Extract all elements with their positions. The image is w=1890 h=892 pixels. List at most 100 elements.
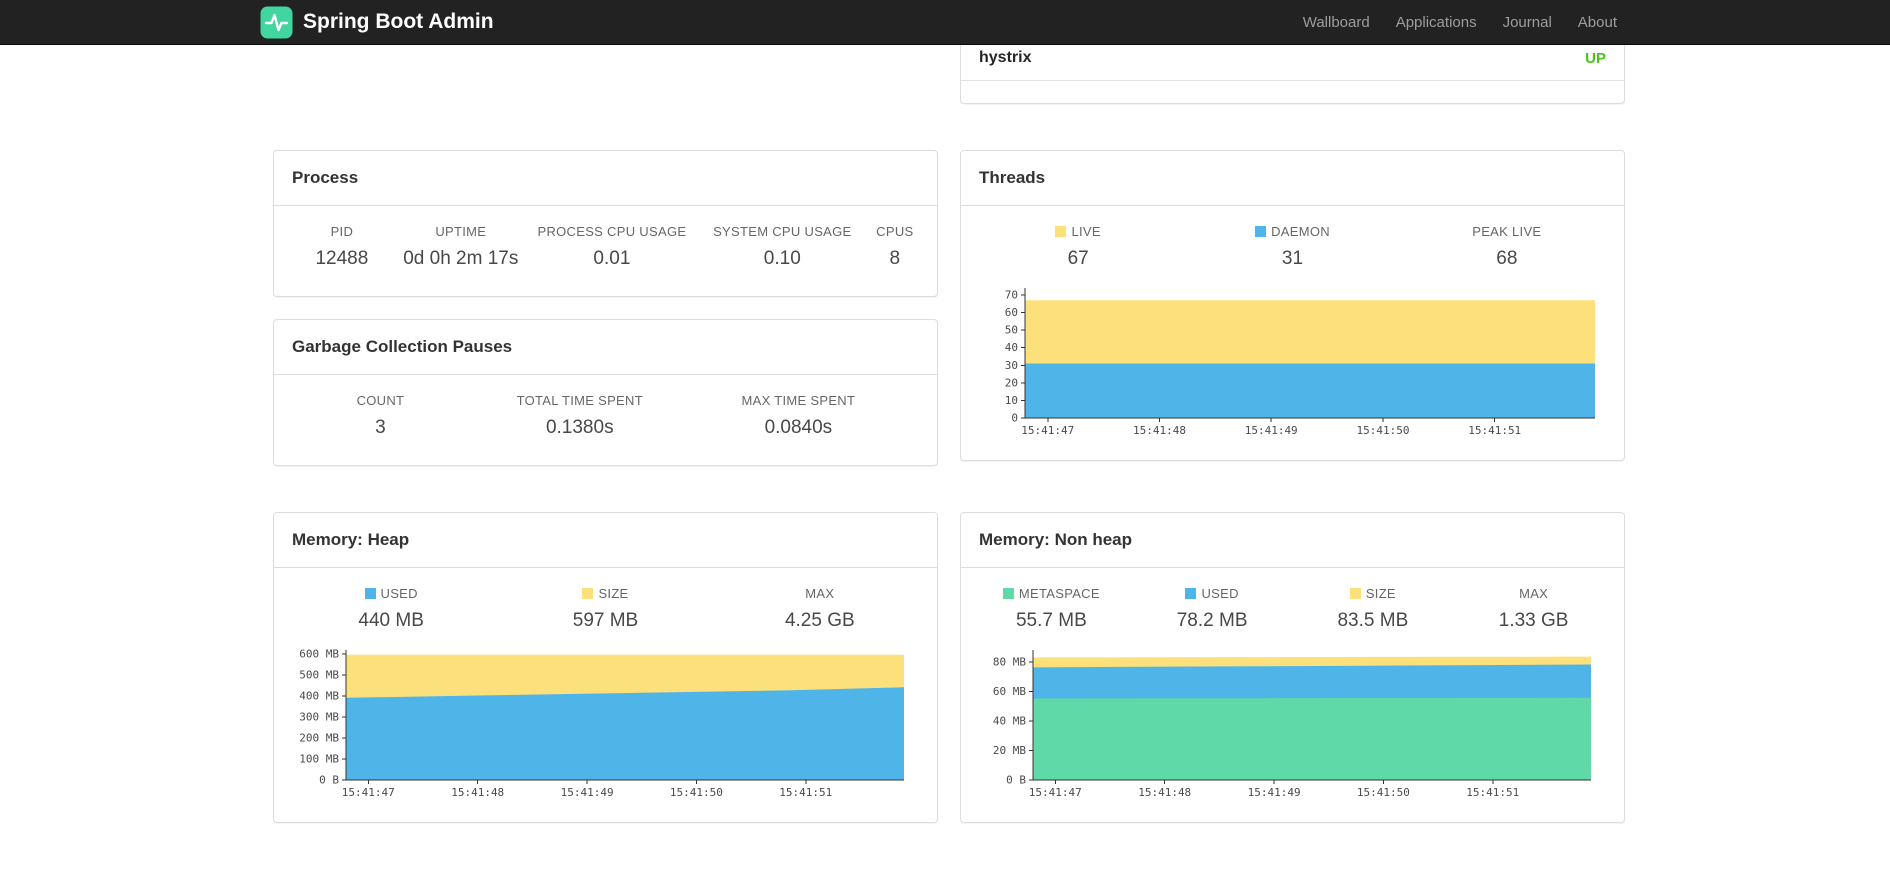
- svg-text:15:41:48: 15:41:48: [451, 786, 504, 799]
- status-badge: UP: [1585, 49, 1606, 67]
- svg-text:15:41:49: 15:41:49: [1248, 786, 1301, 799]
- metric-label: USED: [284, 586, 498, 601]
- metric-process-cpu-usage: PROCESS CPU USAGE 0.01: [522, 224, 702, 270]
- metric-value: 0.0840s: [764, 417, 833, 438]
- process-panel-title: Process: [292, 168, 359, 187]
- metric-value: 1.33 GB: [1498, 610, 1569, 631]
- metric-value: 67: [1067, 248, 1089, 269]
- metric-label: SIZE: [498, 586, 712, 601]
- metric-value: 68: [1496, 248, 1518, 269]
- metric-nonheap-metaspace: METASPACE 55.7 MB: [971, 586, 1132, 632]
- nav-applications[interactable]: Applications: [1383, 14, 1490, 31]
- metric-label: MAX TIME SPENT: [741, 393, 856, 408]
- metric-label-text: PEAK LIVE: [1472, 224, 1542, 239]
- svg-text:15:41:51: 15:41:51: [779, 786, 832, 799]
- app-logo-icon: [260, 6, 293, 39]
- svg-text:300 MB: 300 MB: [299, 711, 339, 724]
- svg-text:10: 10: [1005, 394, 1018, 407]
- metric-label: TOTAL TIME SPENT: [516, 393, 643, 408]
- metric-nonheap-size: SIZE 83.5 MB: [1293, 586, 1454, 632]
- metric-value: 4.25 GB: [784, 610, 855, 631]
- svg-text:400 MB: 400 MB: [299, 690, 339, 703]
- metric-label-text: MAX: [1519, 586, 1549, 601]
- navbar: Spring Boot Admin Wallboard Applications…: [0, 0, 1890, 45]
- nav-links: Wallboard Applications Journal About: [1290, 14, 1630, 31]
- nav-wallboard[interactable]: Wallboard: [1290, 14, 1383, 31]
- navbar-inner: Spring Boot Admin Wallboard Applications…: [260, 0, 1630, 44]
- metric-value: 55.7 MB: [1015, 610, 1087, 631]
- memory-heap-panel-heading: Memory: Heap: [274, 513, 937, 568]
- svg-text:15:41:49: 15:41:49: [1245, 424, 1298, 437]
- metric-nonheap-used: USED 78.2 MB: [1132, 586, 1293, 632]
- svg-text:0 B: 0 B: [1006, 774, 1026, 787]
- svg-text:40: 40: [1005, 341, 1018, 354]
- size-swatch-icon: [1349, 588, 1361, 599]
- metric-label: PID: [330, 224, 354, 239]
- memory-nonheap-chart: 0 B 20 MB 40 MB 60 MB 80 MB 15:41:47 15:41:48 1…: [961, 642, 1624, 822]
- nonheap-legend: METASPACE 55.7 MB USED 78.2 MB SIZE 83.5…: [961, 568, 1624, 642]
- metric-system-cpu-usage: SYSTEM CPU USAGE 0.10: [702, 224, 863, 270]
- size-swatch-icon: [582, 588, 594, 599]
- metric-value: 83.5 MB: [1337, 610, 1409, 631]
- metric-label: MAX: [1453, 586, 1614, 601]
- process-panel: Process PID 12488 UPTIME 0d 0h 2m 17s PR…: [273, 150, 938, 297]
- threads-panel-heading: Threads: [961, 151, 1624, 206]
- svg-text:15:41:51: 15:41:51: [1466, 786, 1519, 799]
- metric-label: UPTIME: [435, 224, 487, 239]
- used-swatch-icon: [1185, 588, 1197, 599]
- metric-label: LIVE: [971, 224, 1185, 239]
- svg-text:50: 50: [1005, 324, 1018, 337]
- svg-text:15:41:47: 15:41:47: [342, 786, 395, 799]
- gc-panel: Garbage Collection Pauses COUNT 3 TOTAL …: [273, 319, 938, 466]
- metric-heap-size: SIZE 597 MB: [498, 586, 712, 632]
- daemon-swatch-icon: [1255, 226, 1267, 237]
- svg-text:20 MB: 20 MB: [993, 744, 1026, 757]
- brand-title: Spring Boot Admin: [303, 10, 494, 33]
- process-panel-heading: Process: [274, 151, 937, 206]
- metric-value: 12488: [315, 248, 369, 269]
- metric-value: 8: [889, 248, 901, 269]
- metric-label: PEAK LIVE: [1400, 224, 1614, 239]
- svg-text:80 MB: 80 MB: [993, 655, 1026, 668]
- metric-threads-daemon: DAEMON 31: [1185, 224, 1399, 270]
- memory-nonheap-panel: Memory: Non heap METASPACE 55.7 MB USED …: [960, 512, 1625, 823]
- svg-text:100 MB: 100 MB: [299, 753, 339, 766]
- metric-value: 3: [375, 417, 386, 438]
- health-entry-name: hystrix: [979, 49, 1032, 66]
- metric-heap-max: MAX 4.25 GB: [713, 586, 927, 632]
- metric-gc-count: COUNT 3: [284, 393, 477, 439]
- memory-heap-panel-title: Memory: Heap: [292, 530, 410, 549]
- svg-text:15:41:49: 15:41:49: [561, 786, 614, 799]
- metric-cpus: CPUS 8: [863, 224, 927, 270]
- metric-label: USED: [1132, 586, 1293, 601]
- metaspace-swatch-icon: [1002, 588, 1014, 599]
- metric-value: 0.10: [763, 248, 801, 269]
- nav-about[interactable]: About: [1565, 14, 1630, 31]
- metric-value: 0.1380s: [545, 417, 614, 438]
- metric-label-text: DAEMON: [1271, 224, 1330, 239]
- svg-text:15:41:50: 15:41:50: [1357, 424, 1410, 437]
- metric-value: 0.01: [593, 248, 631, 269]
- live-swatch-icon: [1055, 226, 1067, 237]
- process-metrics: PID 12488 UPTIME 0d 0h 2m 17s PROCESS CP…: [274, 206, 937, 296]
- heap-legend: USED 440 MB SIZE 597 MB MAX 4.25 GB: [274, 568, 937, 642]
- metric-label: DAEMON: [1185, 224, 1399, 239]
- metric-label: SYSTEM CPU USAGE: [713, 224, 852, 239]
- gc-metrics: COUNT 3 TOTAL TIME SPENT 0.1380s MAX TIM…: [274, 375, 937, 465]
- svg-text:15:41:48: 15:41:48: [1138, 786, 1191, 799]
- main-content: hystrix UP Process PID 12488 UPTIME 0d 0…: [273, 0, 1625, 823]
- brand[interactable]: Spring Boot Admin: [260, 6, 494, 39]
- metric-label-text: LIVE: [1071, 224, 1101, 239]
- left-column: Process PID 12488 UPTIME 0d 0h 2m 17s PR…: [273, 150, 938, 466]
- svg-text:15:41:48: 15:41:48: [1133, 424, 1186, 437]
- memory-nonheap-panel-title: Memory: Non heap: [979, 530, 1133, 549]
- metric-label: PROCESS CPU USAGE: [537, 224, 687, 239]
- metric-uptime: UPTIME 0d 0h 2m 17s: [400, 224, 522, 270]
- metric-label-text: METASPACE: [1018, 586, 1100, 601]
- nav-journal[interactable]: Journal: [1490, 14, 1565, 31]
- threads-panel-title: Threads: [979, 168, 1046, 187]
- svg-text:200 MB: 200 MB: [299, 732, 339, 745]
- metric-gc-total-time: TOTAL TIME SPENT 0.1380s: [477, 393, 683, 439]
- metric-label-text: USED: [1201, 586, 1239, 601]
- svg-text:15:41:47: 15:41:47: [1021, 424, 1074, 437]
